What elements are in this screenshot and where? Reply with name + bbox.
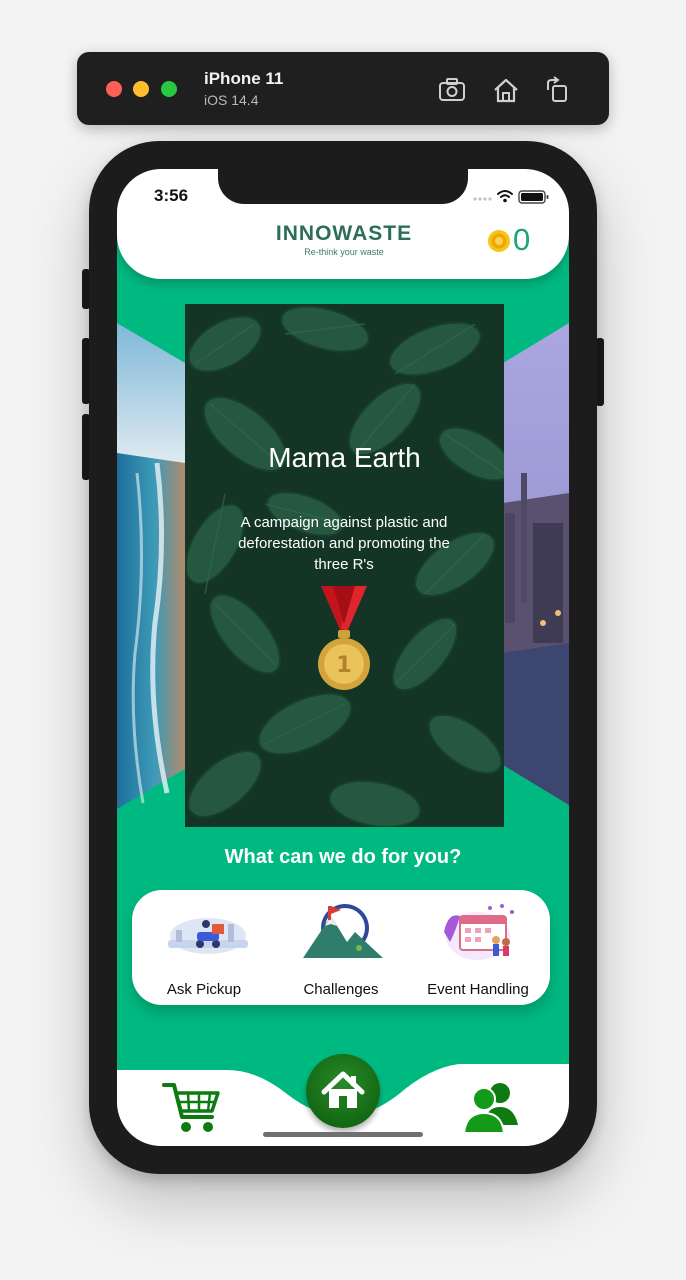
screenshot-icon[interactable]: [437, 76, 467, 104]
gold-medal-icon: 1: [318, 586, 370, 690]
services-heading: What can we do for you?: [224, 846, 462, 868]
carousel-card-prev[interactable]: [117, 323, 185, 809]
zoom-window-button[interactable]: [161, 81, 177, 97]
people-icon[interactable]: [462, 1079, 522, 1135]
event-calendar-icon: [444, 904, 514, 960]
pickup-illustration-icon: [168, 918, 248, 954]
power-button: [596, 338, 604, 406]
ask-pickup-button[interactable]: Ask Pickup: [138, 890, 270, 1005]
home-indicator: [263, 1132, 423, 1137]
ask-pickup-label: Ask Pickup: [166, 981, 242, 998]
minimize-window-button[interactable]: [133, 81, 149, 97]
simulator-toolbar: iPhone 11 iOS 14.4: [77, 52, 609, 125]
battery-icon: [518, 190, 549, 204]
status-time: 3:56: [154, 186, 189, 205]
challenges-label: Challenges: [303, 981, 379, 998]
status-icons: [473, 190, 549, 204]
city-street-image: [503, 323, 569, 805]
wifi-icon: [497, 190, 513, 198]
wifi-dot-icon: [503, 198, 507, 203]
notch: [218, 169, 468, 204]
carousel-card-next[interactable]: [503, 323, 569, 805]
home-icon[interactable]: [491, 76, 521, 104]
campaign-title: Mama Earth: [268, 442, 421, 473]
rotate-icon[interactable]: [542, 76, 572, 104]
svg-text:1: 1: [336, 653, 351, 678]
points-count[interactable]: 0: [513, 222, 530, 258]
coin-icon: [488, 230, 510, 252]
home-icon: [321, 1071, 365, 1108]
brand-tagline: Re-think your waste: [304, 247, 384, 257]
event-handling-label: Event Handling: [427, 981, 529, 998]
mountain-challenge-icon: [303, 904, 383, 958]
brand-logo: INNOWASTE: [275, 222, 413, 245]
close-window-button[interactable]: [106, 81, 122, 97]
cart-icon[interactable]: [162, 1077, 222, 1137]
services-panel: Ask Pickup Challenges Event Handling: [132, 890, 550, 1005]
challenges-button[interactable]: Challenges: [275, 890, 407, 1005]
app-screen: 3:56 INNOWASTE Re-think your waste 0 Mam…: [117, 169, 569, 1146]
campaign-description: A campaign against plastic and deforesta…: [238, 514, 450, 573]
os-version: iOS 14.4: [204, 92, 259, 108]
signal-icon: [473, 197, 492, 201]
campaign-card[interactable]: Mama Earth A campaign against plastic an…: [185, 304, 504, 827]
event-handling-button[interactable]: Event Handling: [412, 890, 544, 1005]
device-name: iPhone 11: [204, 69, 284, 88]
home-button[interactable]: [306, 1054, 380, 1128]
ocean-image: [117, 323, 185, 809]
